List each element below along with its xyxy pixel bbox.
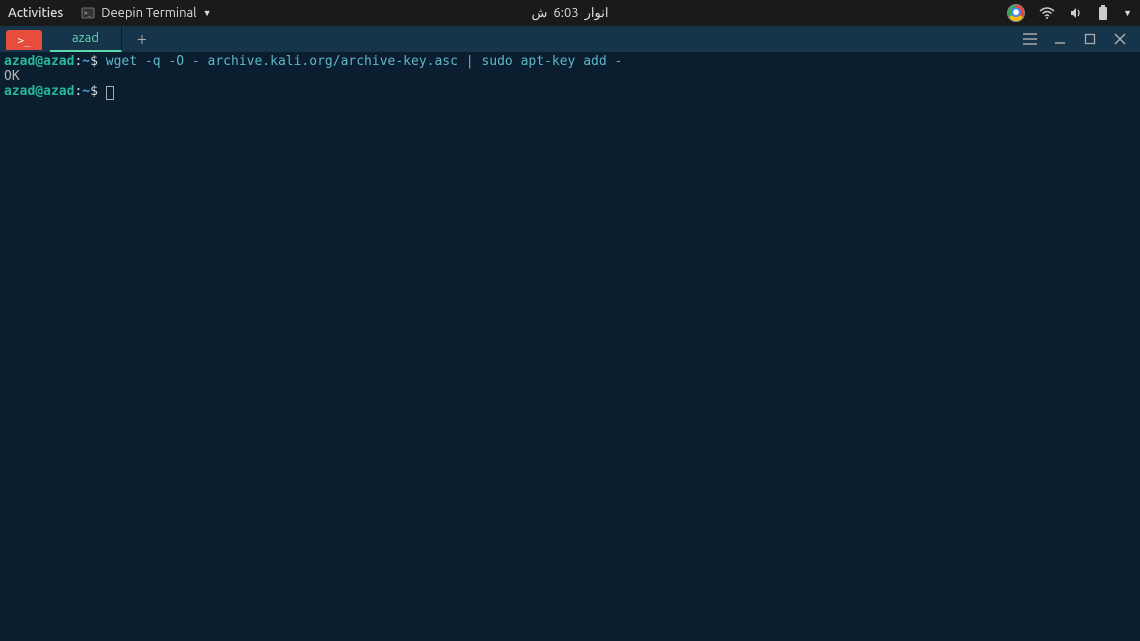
prompt-path: ~: [82, 54, 90, 69]
prompt-end: $: [90, 54, 106, 69]
terminal-line: azad@azad:~$: [4, 84, 1136, 99]
activities-button[interactable]: Activities: [8, 6, 63, 20]
maximize-button[interactable]: [1082, 31, 1098, 47]
battery-icon[interactable]: [1097, 5, 1109, 21]
prompt-user-host: azad@azad: [4, 54, 74, 69]
command-text: wget -q -O - archive.kali.org/archive-ke…: [106, 54, 623, 69]
volume-icon[interactable]: [1069, 6, 1083, 20]
panel-tray: ▼: [1007, 4, 1132, 22]
close-button[interactable]: [1112, 31, 1128, 47]
tab-azad[interactable]: azad: [50, 26, 122, 52]
app-menu-label: Deepin Terminal: [101, 6, 196, 20]
cursor-icon: [106, 86, 114, 100]
svg-text:>_: >_: [84, 10, 92, 17]
system-menu-arrow-icon[interactable]: ▼: [1123, 8, 1132, 18]
app-menu[interactable]: >_ Deepin Terminal ▼: [81, 6, 211, 20]
terminal-viewport[interactable]: azad@azad:~$ wget -q -O - archive.kali.o…: [0, 52, 1140, 641]
tab-bar: >_ azad +: [0, 26, 162, 52]
prompt-end: $: [90, 84, 106, 99]
minimize-button[interactable]: [1052, 31, 1068, 47]
clock-time: 6:03: [553, 6, 578, 20]
terminal-output: OK: [4, 69, 1136, 84]
panel-clock[interactable]: ش 6:03 انوار: [532, 6, 609, 21]
panel-left: Activities >_ Deepin Terminal ▼: [8, 6, 212, 20]
prompt-user-host: azad@azad: [4, 84, 74, 99]
terminal-icon-tab[interactable]: >_: [6, 30, 42, 50]
chrome-tray-icon[interactable]: [1007, 4, 1025, 22]
terminal-titlebar: >_ azad +: [0, 26, 1140, 52]
prompt-path: ~: [82, 84, 90, 99]
terminal-app-icon: >_: [81, 6, 95, 20]
network-icon[interactable]: [1039, 7, 1055, 19]
clock-suffix: ش: [532, 6, 548, 21]
tab-label: azad: [72, 31, 99, 45]
window-controls: [1022, 31, 1140, 47]
terminal-line: azad@azad:~$ wget -q -O - archive.kali.o…: [4, 54, 1136, 69]
add-tab-button[interactable]: +: [122, 26, 162, 52]
dropdown-arrow-icon: ▼: [203, 8, 212, 18]
hamburger-menu-icon[interactable]: [1022, 31, 1038, 47]
clock-text: انوار: [585, 6, 609, 21]
gnome-top-panel: Activities >_ Deepin Terminal ▼ ش 6:03 ا…: [0, 0, 1140, 26]
